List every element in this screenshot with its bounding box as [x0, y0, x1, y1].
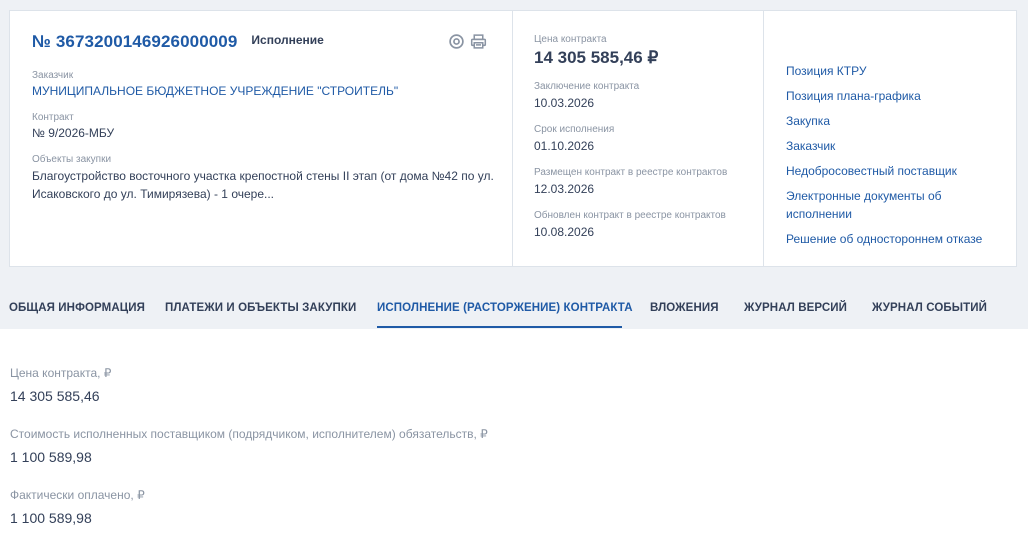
price-value: 14 305 585,46 ₽	[534, 48, 659, 67]
customer-label: Заказчик	[32, 70, 74, 81]
customer-link[interactable]: МУНИЦИПАЛЬНОЕ БЮДЖЕТНОЕ УЧРЕЖДЕНИЕ "СТРО…	[32, 82, 490, 100]
conclusion-field: Заключение контракта 10.03.2026	[534, 81, 743, 112]
content-field: Цена контракта, ₽ 14 305 585,46	[10, 366, 1028, 405]
tabs-bar: ОБЩАЯ ИНФОРМАЦИЯ ПЛАТЕЖИ И ОБЪЕКТЫ ЗАКУП…	[0, 267, 1028, 329]
link-unfair-supplier[interactable]: Недобросовестный поставщик	[786, 162, 986, 180]
term-field: Срок исполнения 01.10.2026	[534, 124, 743, 155]
tab-attachments[interactable]: ВЛОЖЕНИЯ	[650, 302, 719, 314]
execution-content: Цена контракта, ₽ 14 305 585,46 Стоимост…	[0, 329, 1028, 539]
published-label: Размещен контракт в реестре контрактов	[534, 167, 728, 178]
tab-event-log[interactable]: ЖУРНАЛ СОБЫТИЙ	[872, 302, 987, 314]
content-paid-label: Фактически оплачено, ₽	[10, 488, 145, 502]
price-field: Цена контракта 14 305 585,46 ₽	[534, 34, 743, 69]
content-fulfilled-cost-value: 1 100 589,98	[10, 449, 92, 465]
term-value: 01.10.2026	[534, 139, 595, 153]
content-field: Фактически оплачено, ₽ 1 100 589,98	[10, 488, 1028, 527]
content-contract-price-value: 14 305 585,46	[10, 388, 100, 404]
objects-value: Благоустройство восточного участка крепо…	[32, 169, 494, 201]
published-value: 12.03.2026	[534, 182, 595, 196]
updated-value: 10.08.2026	[534, 225, 595, 239]
contract-dates: Цена контракта 14 305 585,46 ₽ Заключени…	[513, 11, 764, 266]
link-electronic-docs[interactable]: Электронные документы об исполнении	[786, 187, 986, 223]
contract-value: № 9/2026-МБУ	[32, 126, 115, 140]
contract-field: Контракт № 9/2026-МБУ	[32, 112, 490, 142]
tab-general-info[interactable]: ОБЩАЯ ИНФОРМАЦИЯ	[9, 302, 145, 314]
link-unilateral-refusal[interactable]: Решение об одностороннем отказе	[786, 230, 986, 248]
status-label: Исполнение	[251, 33, 324, 47]
content-field: Стоимость исполненных поставщиком (подря…	[10, 427, 1028, 466]
conclusion-label: Заключение контракта	[534, 81, 640, 92]
link-purchase[interactable]: Закупка	[786, 112, 986, 130]
tab-payments[interactable]: ПЛАТЕЖИ И ОБЪЕКТЫ ЗАКУПКИ	[165, 302, 356, 314]
active-tab-indicator	[377, 326, 622, 328]
tab-version-log[interactable]: ЖУРНАЛ ВЕРСИЙ	[744, 302, 847, 314]
objects-label: Объекты закупки	[32, 154, 112, 165]
link-customer[interactable]: Заказчик	[786, 137, 986, 155]
tab-execution[interactable]: ИСПОЛНЕНИЕ (РАСТОРЖЕНИЕ) КОНТРАКТА	[377, 302, 633, 314]
updated-label: Обновлен контракт в реестре контрактов	[534, 210, 726, 221]
objects-field: Объекты закупки Благоустройство восточно…	[32, 154, 494, 203]
price-label: Цена контракта	[534, 34, 607, 45]
content-fulfilled-cost-label: Стоимость исполненных поставщиком (подря…	[10, 427, 488, 441]
term-label: Срок исполнения	[534, 124, 615, 135]
conclusion-value: 10.03.2026	[534, 96, 595, 110]
link-plan-schedule[interactable]: Позиция плана-графика	[786, 87, 986, 105]
print-icon[interactable]	[470, 33, 487, 50]
related-links: Позиция КТРУ Позиция плана-графика Закуп…	[764, 11, 1016, 266]
updated-field: Обновлен контракт в реестре контрактов 1…	[534, 210, 743, 241]
published-field: Размещен контракт в реестре контрактов 1…	[534, 167, 743, 198]
content-contract-price-label: Цена контракта, ₽	[10, 366, 112, 380]
contract-card: № 3673200146926000009 Исполнение Заказчи…	[9, 10, 1017, 267]
customer-field: Заказчик МУНИЦИПАЛЬНОЕ БЮДЖЕТНОЕ УЧРЕЖДЕ…	[32, 70, 490, 100]
content-paid-value: 1 100 589,98	[10, 510, 92, 526]
contract-label: Контракт	[32, 112, 74, 123]
registry-number-link[interactable]: № 3673200146926000009	[32, 32, 237, 52]
contract-main-info: № 3673200146926000009 Исполнение Заказчи…	[10, 11, 513, 266]
link-ktru[interactable]: Позиция КТРУ	[786, 62, 986, 80]
target-icon[interactable]	[448, 33, 465, 50]
